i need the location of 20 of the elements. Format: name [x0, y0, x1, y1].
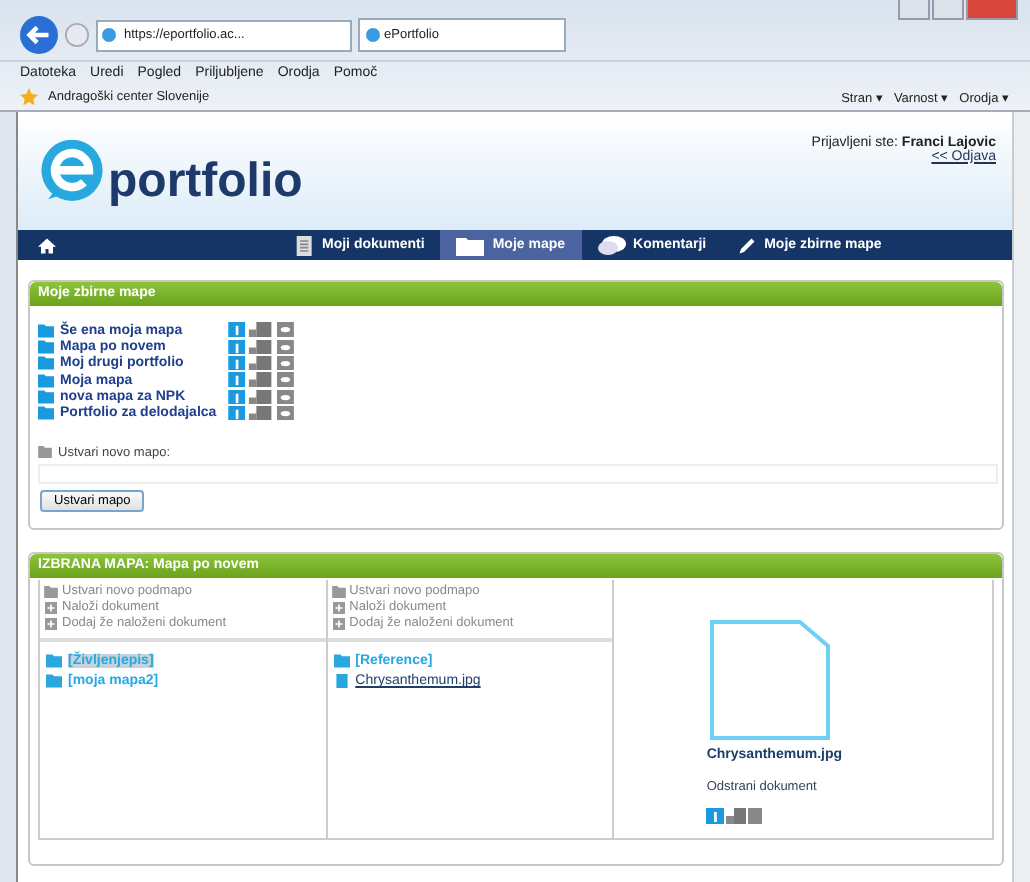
logo-text: portfolio: [108, 153, 303, 209]
pencil-icon: [738, 235, 757, 255]
folder-icon: [333, 653, 350, 668]
home-icon: [38, 235, 56, 255]
document-actions-icon[interactable]: [706, 807, 763, 824]
back-icon[interactable]: [20, 16, 58, 54]
folder-icon: [38, 446, 52, 459]
folder-icon: [456, 235, 485, 255]
document-icon: [296, 235, 314, 255]
folder-icon: [331, 585, 346, 598]
file-icon: [333, 674, 350, 689]
plus-icon: [331, 601, 346, 614]
speech-bubbles-icon: [597, 235, 626, 255]
plus-icon: [331, 617, 346, 630]
document-icon: [706, 619, 831, 744]
logo-icon: [38, 137, 106, 205]
star-icon[interactable]: [20, 88, 38, 107]
folder-icon: [44, 585, 58, 598]
plus-icon: [44, 617, 58, 630]
plus-icon: [44, 601, 58, 614]
